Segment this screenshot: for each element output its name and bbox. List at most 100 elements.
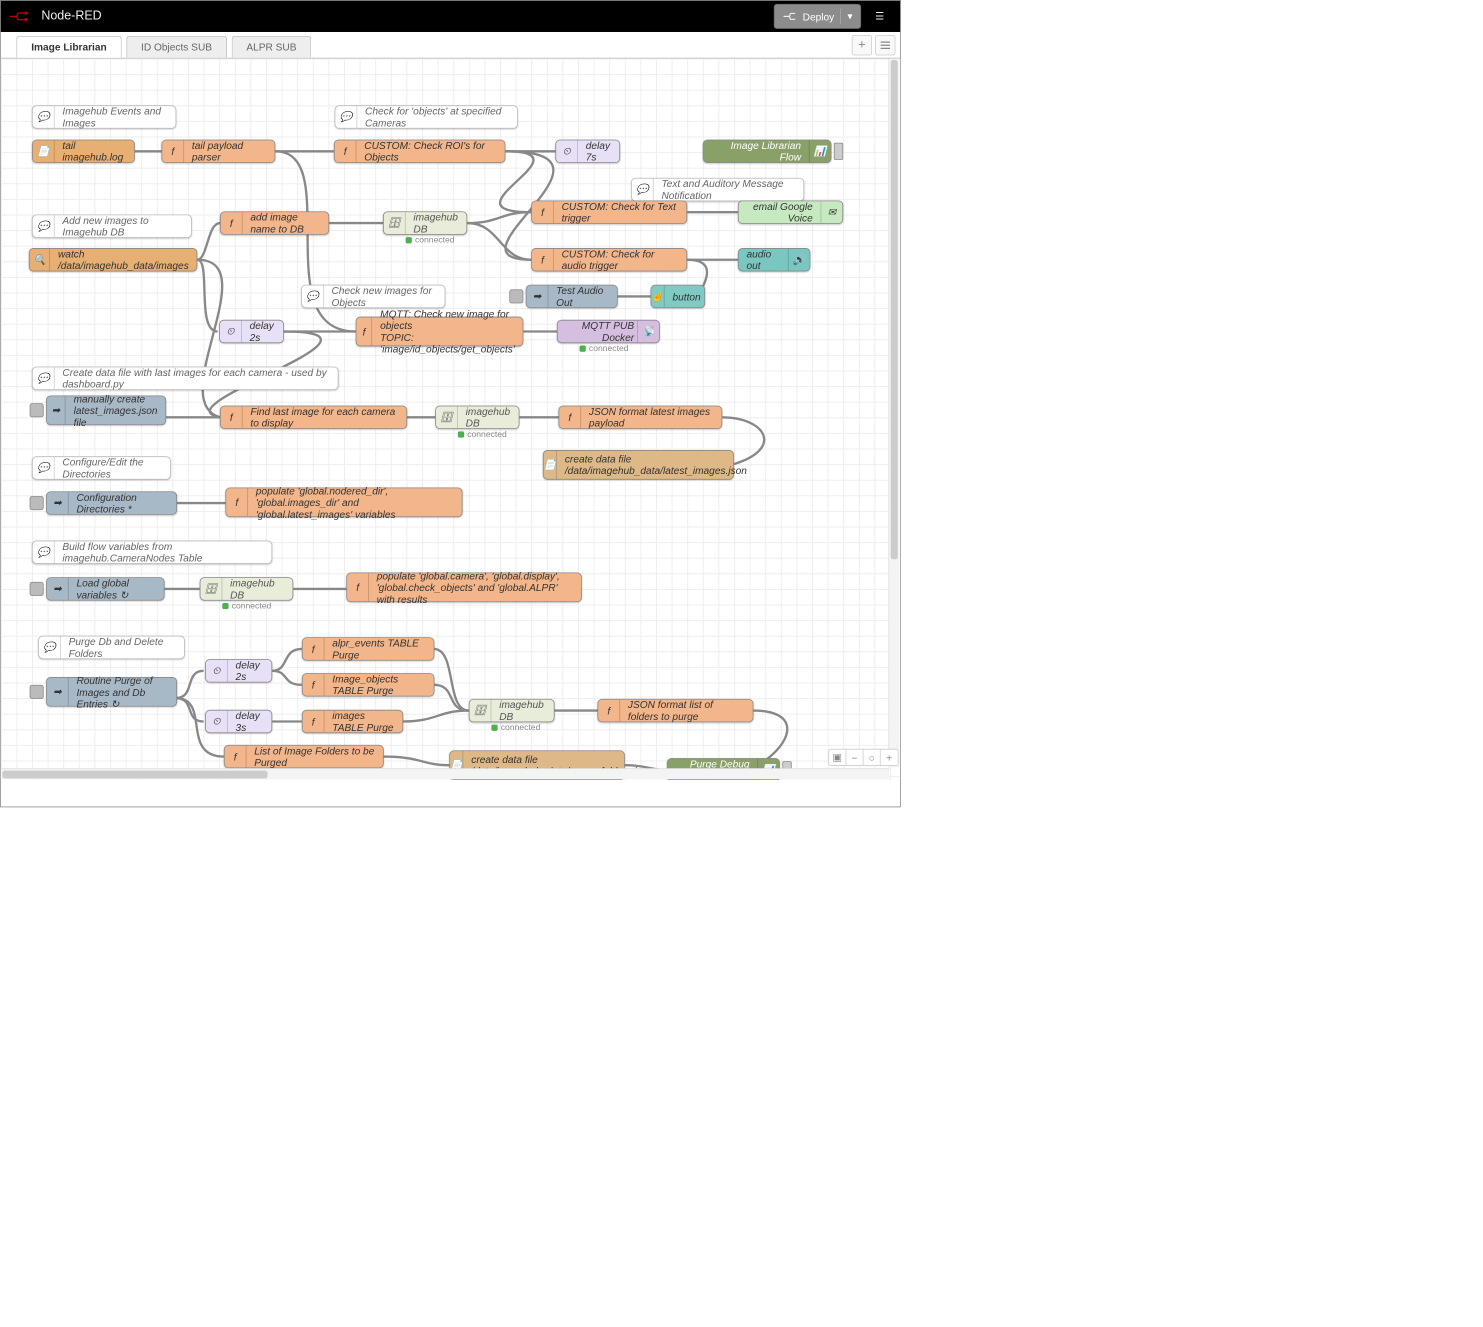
function-icon: f [532, 201, 554, 223]
function-icon: f [225, 746, 247, 768]
function-icon: f [162, 140, 184, 162]
arrow-icon: ➡ [47, 492, 69, 514]
node-audio-out[interactable]: audio out 🔊 [738, 248, 811, 271]
tab-alpr-sub[interactable]: ALPR SUB [232, 36, 312, 58]
speech-icon: 💬 [335, 106, 357, 128]
node-imagehub-db-1[interactable]: 🗄 imagehub DB connected [383, 211, 467, 234]
arrow-icon: ➡ [47, 678, 69, 706]
zoom-out-button[interactable]: − [846, 750, 863, 766]
speech-icon: 💬 [33, 106, 55, 128]
deploy-button[interactable]: Deploy ▾ [774, 4, 861, 29]
chevron-down-icon: ▾ [847, 10, 852, 22]
function-icon: f [221, 212, 243, 234]
inject-button[interactable] [30, 685, 44, 699]
node-alpr-purge[interactable]: f alpr_events TABLE Purge [302, 637, 435, 660]
navigator-button[interactable]: ▣ [829, 750, 846, 766]
comment-check-new[interactable]: 💬 Check new images for Objects [301, 285, 445, 308]
function-icon: f [335, 140, 357, 162]
flow-canvas[interactable]: 💬 Imagehub Events and Images 💬 Check for… [1, 58, 900, 780]
node-button[interactable]: ☝ button [651, 285, 706, 308]
timer-icon: ⏲ [220, 321, 242, 343]
node-librarian-flow[interactable]: Image Librarian Flow 📊 [703, 140, 832, 163]
function-icon: f [303, 638, 325, 660]
zoom-in-button[interactable]: + [881, 750, 898, 766]
node-email[interactable]: email Google Voice ✉ [738, 200, 843, 223]
debug-icon: 📊 [809, 140, 831, 162]
menu-button[interactable]: ☰ [867, 4, 892, 29]
vertical-scrollbar[interactable] [888, 58, 899, 767]
node-json-purge[interactable]: f JSON format list of folders to purge [597, 699, 753, 722]
inject-button[interactable] [30, 496, 44, 510]
horizontal-scrollbar[interactable] [1, 768, 889, 779]
timer-icon: ⏲ [556, 140, 578, 162]
tab-id-objects-sub[interactable]: ID Objects SUB [126, 36, 227, 58]
node-list-purge[interactable]: f List of Image Folders to be Purged [224, 745, 384, 768]
tabbar: Image Librarian ID Objects SUB ALPR SUB … [1, 32, 900, 59]
hand-icon: ☝ [651, 285, 664, 307]
comment-events[interactable]: 💬 Imagehub Events and Images [32, 105, 176, 128]
node-manual-create[interactable]: ➡ manually create latest_images.json fil… [46, 395, 166, 425]
node-find-last[interactable]: f Find last image for each camera to dis… [220, 406, 407, 429]
node-add-image-db[interactable]: f add image name to DB [220, 211, 329, 234]
status-connected: connected [491, 723, 540, 732]
node-mqtt-pub[interactable]: MQTT PUB Docker 📡 connected [557, 320, 660, 343]
comment-build-flow[interactable]: 💬 Build flow variables from imagehub.Cam… [32, 541, 272, 564]
comment-create-data[interactable]: 💬 Create data file with last images for … [32, 367, 339, 390]
comment-configure[interactable]: 💬 Configure/Edit the Directories [32, 456, 171, 479]
list-tabs-button[interactable] [875, 35, 895, 55]
zoom-reset-button[interactable]: ○ [863, 750, 880, 766]
timer-icon: ⏲ [206, 660, 228, 682]
function-icon: f [303, 674, 325, 696]
node-populate-2[interactable]: f populate 'global.camera', 'global.disp… [346, 573, 582, 603]
inject-button[interactable] [509, 289, 523, 303]
comment-check-objects[interactable]: 💬 Check for 'objects' at specified Camer… [335, 105, 518, 128]
inject-button[interactable] [30, 403, 44, 417]
node-imagehub-db-3[interactable]: 🗄 imagehub DB connected [200, 577, 294, 600]
add-tab-button[interactable]: + [852, 35, 872, 55]
envelope-icon: ✉ [821, 201, 843, 223]
node-tail[interactable]: 📄 tail imagehub.log [32, 140, 135, 163]
database-icon: 🗄 [384, 212, 406, 234]
node-config-dirs[interactable]: ➡ Configuration Directories * [46, 491, 177, 514]
node-delay-2s[interactable]: ⏲ delay 2s [219, 320, 284, 343]
topbar: Node-RED Deploy ▾ ☰ [1, 1, 900, 32]
node-images-purge[interactable]: f images TABLE Purge [302, 710, 403, 733]
status-connected: connected [406, 236, 455, 245]
node-check-text[interactable]: f CUSTOM: Check for Text trigger [531, 200, 687, 223]
node-imgobj-purge[interactable]: f Image_objects TABLE Purge [302, 673, 435, 696]
app-title: Node-RED [41, 9, 101, 23]
node-load-global[interactable]: ➡ Load global variables ↻ [46, 577, 165, 600]
node-check-roi[interactable]: f CUSTOM: Check ROI's for Objects [334, 140, 506, 163]
node-imagehub-db-4[interactable]: 🗄 imagehub DB connected [469, 699, 555, 722]
node-watch[interactable]: 🔍 watch /data/imagehub_data/images [29, 248, 197, 271]
function-icon: f [532, 249, 554, 271]
arrow-icon: ➡ [47, 396, 66, 424]
database-icon: 🗄 [436, 406, 458, 428]
node-test-audio[interactable]: ➡ Test Audio Out [526, 285, 618, 308]
debug-toggle[interactable] [834, 143, 843, 160]
node-tail-parser[interactable]: f tail payload parser [161, 140, 275, 163]
speech-icon: 💬 [302, 285, 324, 307]
node-check-audio[interactable]: f CUSTOM: Check for audio trigger [531, 248, 687, 271]
node-delay-3s[interactable]: ⏲ delay 3s [205, 710, 272, 733]
comment-purge[interactable]: 💬 Purge Db and Delete Folders [38, 636, 185, 659]
node-delay-7s[interactable]: ⏲ delay 7s [555, 140, 620, 163]
arrow-icon: ➡ [47, 578, 69, 600]
status-connected: connected [222, 601, 271, 610]
comment-add-images[interactable]: 💬 Add new images to Imagehub DB [32, 214, 192, 237]
node-imagehub-db-2[interactable]: 🗄 imagehub DB connected [435, 406, 519, 429]
node-populate-1[interactable]: f populate 'global.nodered_dir', 'global… [225, 487, 462, 517]
arrow-icon: ➡ [527, 285, 549, 307]
speech-icon: 💬 [33, 457, 55, 479]
inject-button[interactable] [30, 582, 44, 596]
tab-image-librarian[interactable]: Image Librarian [16, 36, 121, 58]
node-mqtt-check[interactable]: f MQTT: Check new image for objects TOPI… [356, 317, 524, 347]
function-icon: f [303, 711, 325, 733]
node-routine-purge[interactable]: ➡ Routine Purge of Images and Db Entries… [46, 677, 177, 707]
speaker-icon: 🔊 [788, 249, 810, 271]
database-icon: 🗄 [200, 578, 222, 600]
logo: Node-RED [9, 9, 102, 23]
node-create-latest[interactable]: 📄 create data file /data/imagehub_data/l… [543, 450, 734, 480]
node-json-latest[interactable]: f JSON format latest images payload [558, 406, 722, 429]
node-delay-2s-b[interactable]: ⏲ delay 2s [205, 659, 272, 682]
